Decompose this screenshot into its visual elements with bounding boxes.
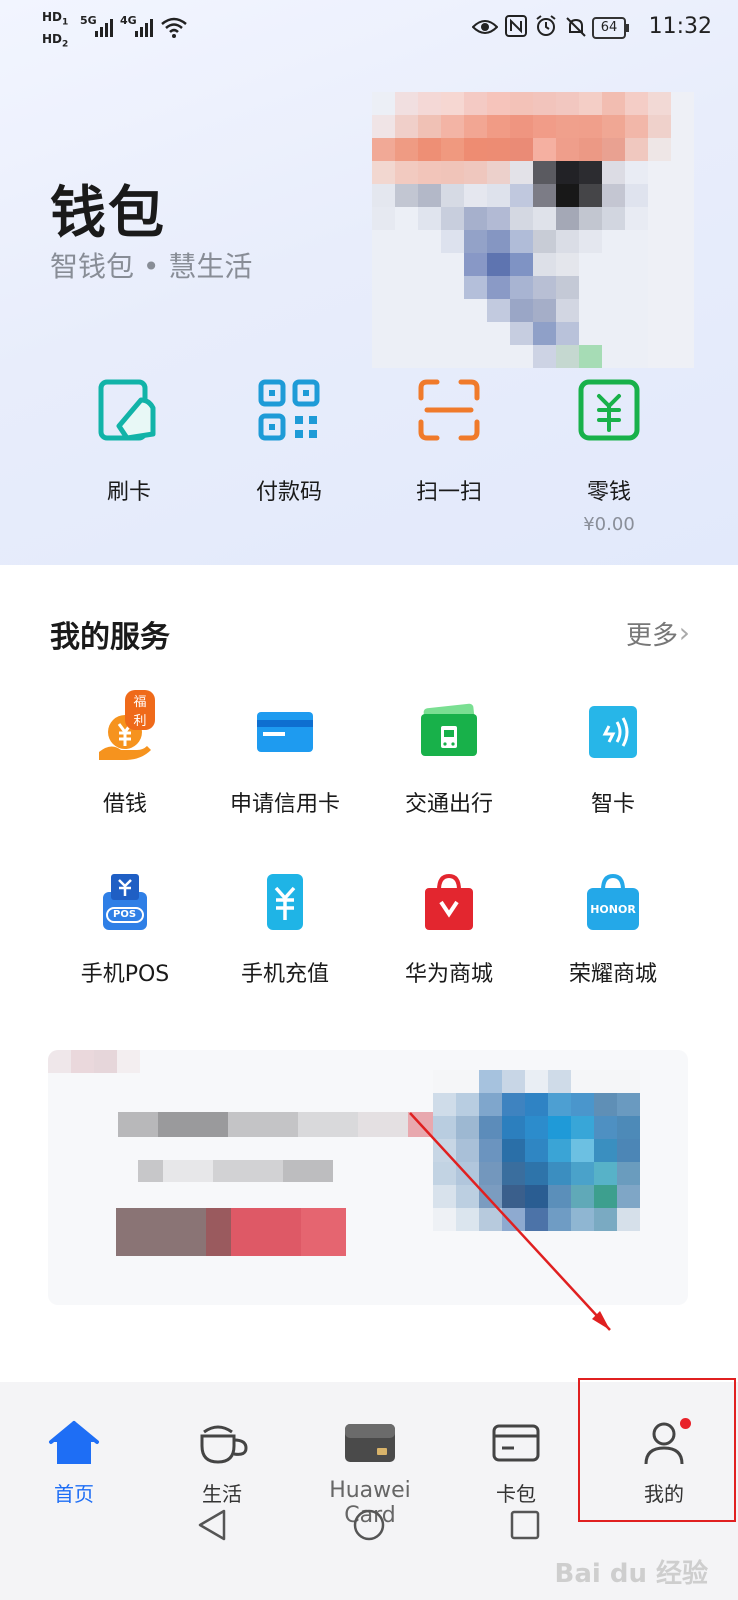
quick-action-card-swipe[interactable]: 刷卡 bbox=[54, 378, 204, 506]
alarm-icon bbox=[534, 14, 558, 43]
annotation-arrow bbox=[409, 1112, 611, 1331]
nfc-icon bbox=[505, 15, 527, 42]
transit-icon bbox=[419, 702, 479, 762]
change-wallet-icon bbox=[577, 378, 641, 442]
change-balance: ¥0.00 bbox=[583, 514, 635, 535]
card-swipe-icon bbox=[97, 378, 161, 442]
credit-card-icon bbox=[255, 702, 315, 762]
banner-blur-topleft bbox=[48, 1050, 140, 1073]
service-huawei-mall[interactable]: 华为商城 bbox=[369, 872, 529, 988]
quick-action-change[interactable]: 零钱 ¥0.00 bbox=[534, 378, 684, 535]
quick-action-label: 付款码 bbox=[255, 480, 322, 505]
quick-action-label: 扫一扫 bbox=[415, 480, 482, 505]
card-wallet-icon bbox=[456, 1420, 576, 1470]
honor-icon-text: HONOR bbox=[590, 903, 636, 916]
quick-action-pay-code[interactable]: 付款码 bbox=[214, 378, 364, 506]
service-label: 荣耀商城 bbox=[568, 962, 657, 987]
service-label: 申请信用卡 bbox=[229, 792, 340, 817]
service-label: 手机POS bbox=[80, 962, 170, 987]
system-home-icon[interactable] bbox=[352, 1508, 386, 1546]
hero-promo-image[interactable] bbox=[372, 92, 694, 368]
wifi-icon bbox=[160, 15, 188, 44]
pos-icon-text: POS bbox=[113, 909, 137, 920]
hd1-indicator: HD1 bbox=[42, 10, 69, 28]
service-loan[interactable]: 福利 借钱 bbox=[45, 690, 205, 818]
nav-life[interactable]: 生活 bbox=[162, 1420, 282, 1507]
signal1-icon bbox=[93, 17, 115, 44]
qr-code-icon bbox=[257, 378, 321, 442]
clock: 11:32 bbox=[648, 14, 712, 39]
service-label: 借钱 bbox=[102, 792, 147, 817]
mute-bell-icon bbox=[564, 15, 588, 44]
loan-icon: 福利 bbox=[95, 690, 155, 762]
service-label: 手机充值 bbox=[240, 962, 329, 987]
page-subtitle: 智钱包 • 慧生活 bbox=[50, 250, 253, 283]
watermark-logo: Bai du 经验 bbox=[554, 1559, 709, 1589]
quick-action-scan[interactable]: 扫一扫 bbox=[374, 378, 524, 506]
nav-label: 卡包 bbox=[496, 1482, 536, 1506]
home-icon bbox=[14, 1420, 134, 1470]
service-label: 智卡 bbox=[590, 792, 635, 817]
system-recents-icon[interactable] bbox=[510, 1510, 540, 1544]
banner-button-blur bbox=[116, 1208, 346, 1256]
nav-card-wallet[interactable]: 卡包 bbox=[456, 1420, 576, 1507]
quick-action-label: 刷卡 bbox=[106, 480, 151, 505]
services-more-link[interactable]: 更多 bbox=[626, 615, 678, 652]
chevron-right-icon[interactable]: › bbox=[679, 616, 690, 649]
service-honor-mall[interactable]: HONOR 荣耀商城 bbox=[533, 872, 693, 988]
service-phone-recharge[interactable]: 手机充值 bbox=[205, 872, 365, 988]
banner-text-blur-2 bbox=[138, 1160, 333, 1182]
service-transit[interactable]: 交通出行 bbox=[369, 702, 529, 818]
banner-text-blur-1 bbox=[118, 1112, 433, 1137]
honor-mall-icon: HONOR bbox=[583, 872, 643, 932]
signal2-icon bbox=[133, 17, 155, 44]
pos-icon: POS bbox=[95, 872, 155, 932]
scan-icon bbox=[417, 378, 481, 442]
services-title: 我的服务 bbox=[50, 620, 170, 655]
system-back-icon[interactable] bbox=[196, 1508, 228, 1546]
coffee-cup-icon bbox=[162, 1420, 282, 1470]
service-credit-card[interactable]: 申请信用卡 bbox=[205, 702, 365, 818]
huawei-mall-icon bbox=[419, 872, 479, 932]
welfare-badge: 福利 bbox=[125, 690, 155, 730]
quick-action-label: 零钱 bbox=[586, 480, 631, 505]
service-smart-card[interactable]: 智卡 bbox=[533, 702, 693, 818]
battery-indicator: 64 bbox=[592, 17, 629, 39]
service-label: 交通出行 bbox=[404, 792, 493, 817]
phone-recharge-icon bbox=[255, 872, 315, 932]
status-bar: HD1 HD2 5G 4G 64 11:32 bbox=[0, 0, 738, 58]
service-label: 华为商城 bbox=[404, 962, 493, 987]
nav-label: 首页 bbox=[54, 1482, 94, 1506]
nav-label: 生活 bbox=[202, 1482, 242, 1506]
hd2-indicator: HD2 bbox=[42, 32, 69, 50]
service-pos[interactable]: POS 手机POS bbox=[45, 872, 205, 988]
smart-card-icon bbox=[583, 702, 643, 762]
page-title: 钱包 bbox=[50, 181, 166, 246]
eye-icon bbox=[471, 17, 499, 42]
nav-home[interactable]: 首页 bbox=[14, 1420, 134, 1507]
annotation-highlight-box bbox=[578, 1378, 736, 1522]
huawei-card-icon bbox=[302, 1420, 438, 1470]
